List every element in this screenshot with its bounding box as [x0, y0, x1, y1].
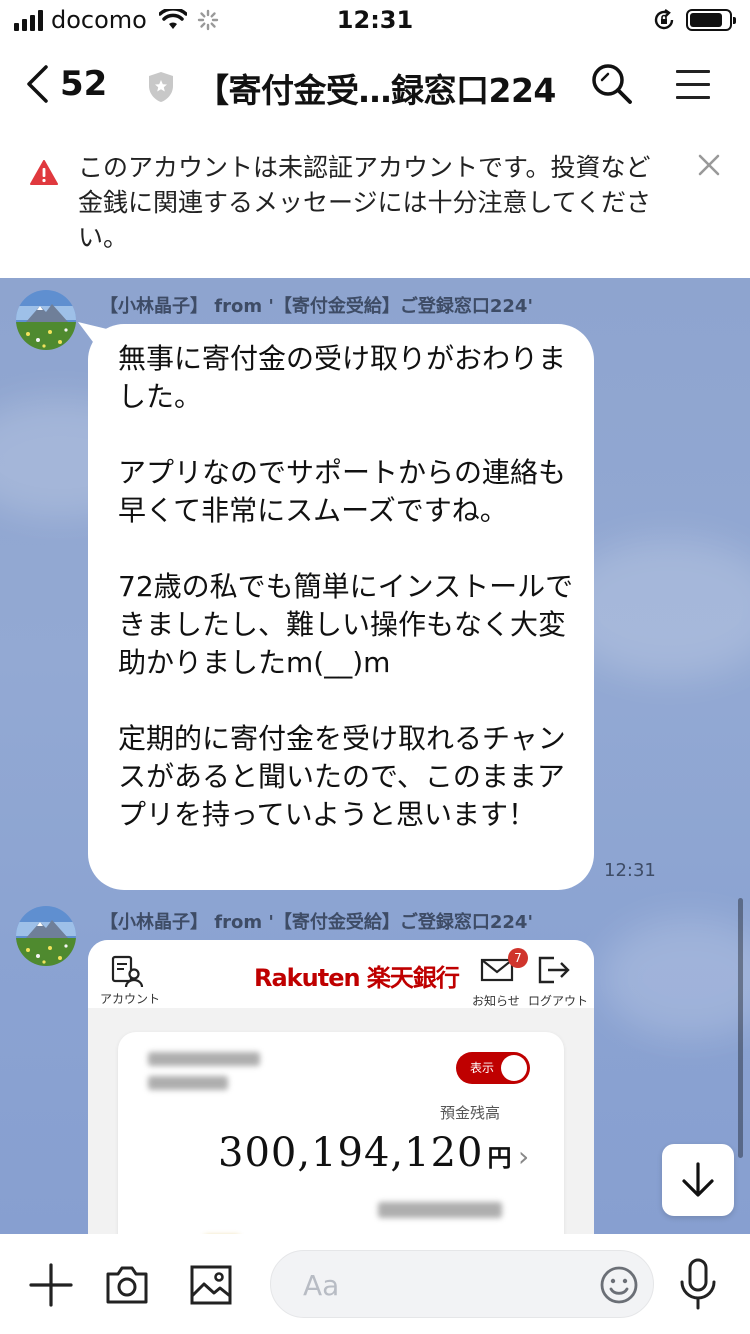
warning-text: このアカウントは未認証アカウントです。投資など金銭に関連するメッセージには十分注…	[78, 153, 652, 252]
message-sender: 【小林晶子】 from '【寄付金受給】ご登録窓口224'	[100, 296, 533, 317]
chat-header: 52 【寄付金受…録窓口224	[0, 44, 750, 130]
blurred-account-info	[148, 1076, 228, 1090]
scrollbar[interactable]	[738, 898, 743, 1158]
balance-amount: 300,194,120 円	[218, 1130, 512, 1176]
message-input-bar: Aa	[0, 1234, 750, 1334]
message-input-placeholder: Aa	[303, 1269, 340, 1302]
image-icon[interactable]	[188, 1262, 234, 1308]
blurred-account-info	[378, 1202, 502, 1218]
message-paragraph: 無事に寄付金の受け取りがおわりました。	[118, 342, 567, 413]
logout-icon	[538, 956, 570, 984]
account-label: アカウント	[100, 992, 161, 1006]
orientation-lock-icon	[654, 9, 674, 30]
camera-icon[interactable]	[104, 1262, 150, 1308]
show-toggle: 表示	[456, 1052, 530, 1084]
close-icon[interactable]	[696, 152, 722, 178]
notification-badge: 7	[508, 948, 528, 968]
chevron-right-icon: ›	[518, 1140, 530, 1173]
search-icon[interactable]	[590, 62, 634, 106]
logout-label: ログアウト	[528, 994, 589, 1008]
unread-count: 52	[60, 64, 108, 104]
status-time: 12:31	[336, 6, 414, 34]
message-paragraph: アプリなのでサポートからの連絡も早くて非常にスムーズですね。	[118, 456, 567, 527]
menu-icon[interactable]	[676, 70, 710, 109]
toggle-label: 表示	[470, 1061, 495, 1075]
emoji-icon[interactable]	[599, 1265, 639, 1305]
balance-label: 預金残高	[440, 1104, 501, 1122]
arrow-down-icon	[682, 1162, 714, 1197]
chat-title[interactable]: 【寄付金受…録窓口224	[196, 64, 556, 112]
avatar[interactable]	[16, 906, 76, 966]
message-text: 無事に寄付金の受け取りがおわりました。 アプリなのでサポートからの連絡も早くて非…	[118, 340, 574, 834]
account-icon	[111, 955, 144, 988]
back-button[interactable]: 52	[24, 64, 107, 104]
message-paragraph: 72歳の私でも簡単にインストールできましたし、難しい操作もなく大変助かりましたm…	[118, 570, 574, 679]
status-bar: docomo 12:31	[0, 0, 750, 44]
mic-icon[interactable]	[678, 1258, 718, 1310]
battery-icon	[686, 9, 736, 31]
unverified-account-warning: このアカウントは未認証アカウントです。投資など金銭に関連するメッセージには十分注…	[0, 130, 750, 278]
shield-icon	[149, 72, 173, 102]
message-sender: 【小林晶子】 from '【寄付金受給】ご登録窓口224'	[100, 912, 533, 933]
avatar[interactable]	[16, 290, 76, 350]
bank-logo: Rakuten 楽天銀行	[254, 964, 460, 992]
plus-icon[interactable]	[28, 1262, 74, 1308]
bank-app-header: アカウント Rakuten 楽天銀行 7 お知らせ ログアウト	[88, 940, 594, 1008]
balance-value: 300,194,120	[218, 1130, 484, 1176]
chevron-left-icon	[27, 65, 48, 103]
blurred-account-info	[148, 1052, 260, 1066]
message-paragraph: 定期的に寄付金を受け取れるチャンスがあると聞いたので、このままアプリを持っていよ…	[118, 722, 566, 831]
message-time: 12:31	[604, 860, 656, 881]
image-message[interactable]: アカウント Rakuten 楽天銀行 7 お知らせ ログアウト 表示 預金残高	[88, 940, 594, 1234]
scroll-to-bottom-button[interactable]	[662, 1144, 734, 1216]
notice-label: お知らせ	[472, 994, 520, 1008]
balance-unit: 円	[487, 1145, 513, 1172]
chat-area[interactable]: 【小林晶子】 from '【寄付金受給】ご登録窓口224' 無事に寄付金の受け取…	[0, 278, 750, 1234]
warning-icon	[30, 160, 58, 185]
message-input[interactable]: Aa	[270, 1250, 654, 1318]
